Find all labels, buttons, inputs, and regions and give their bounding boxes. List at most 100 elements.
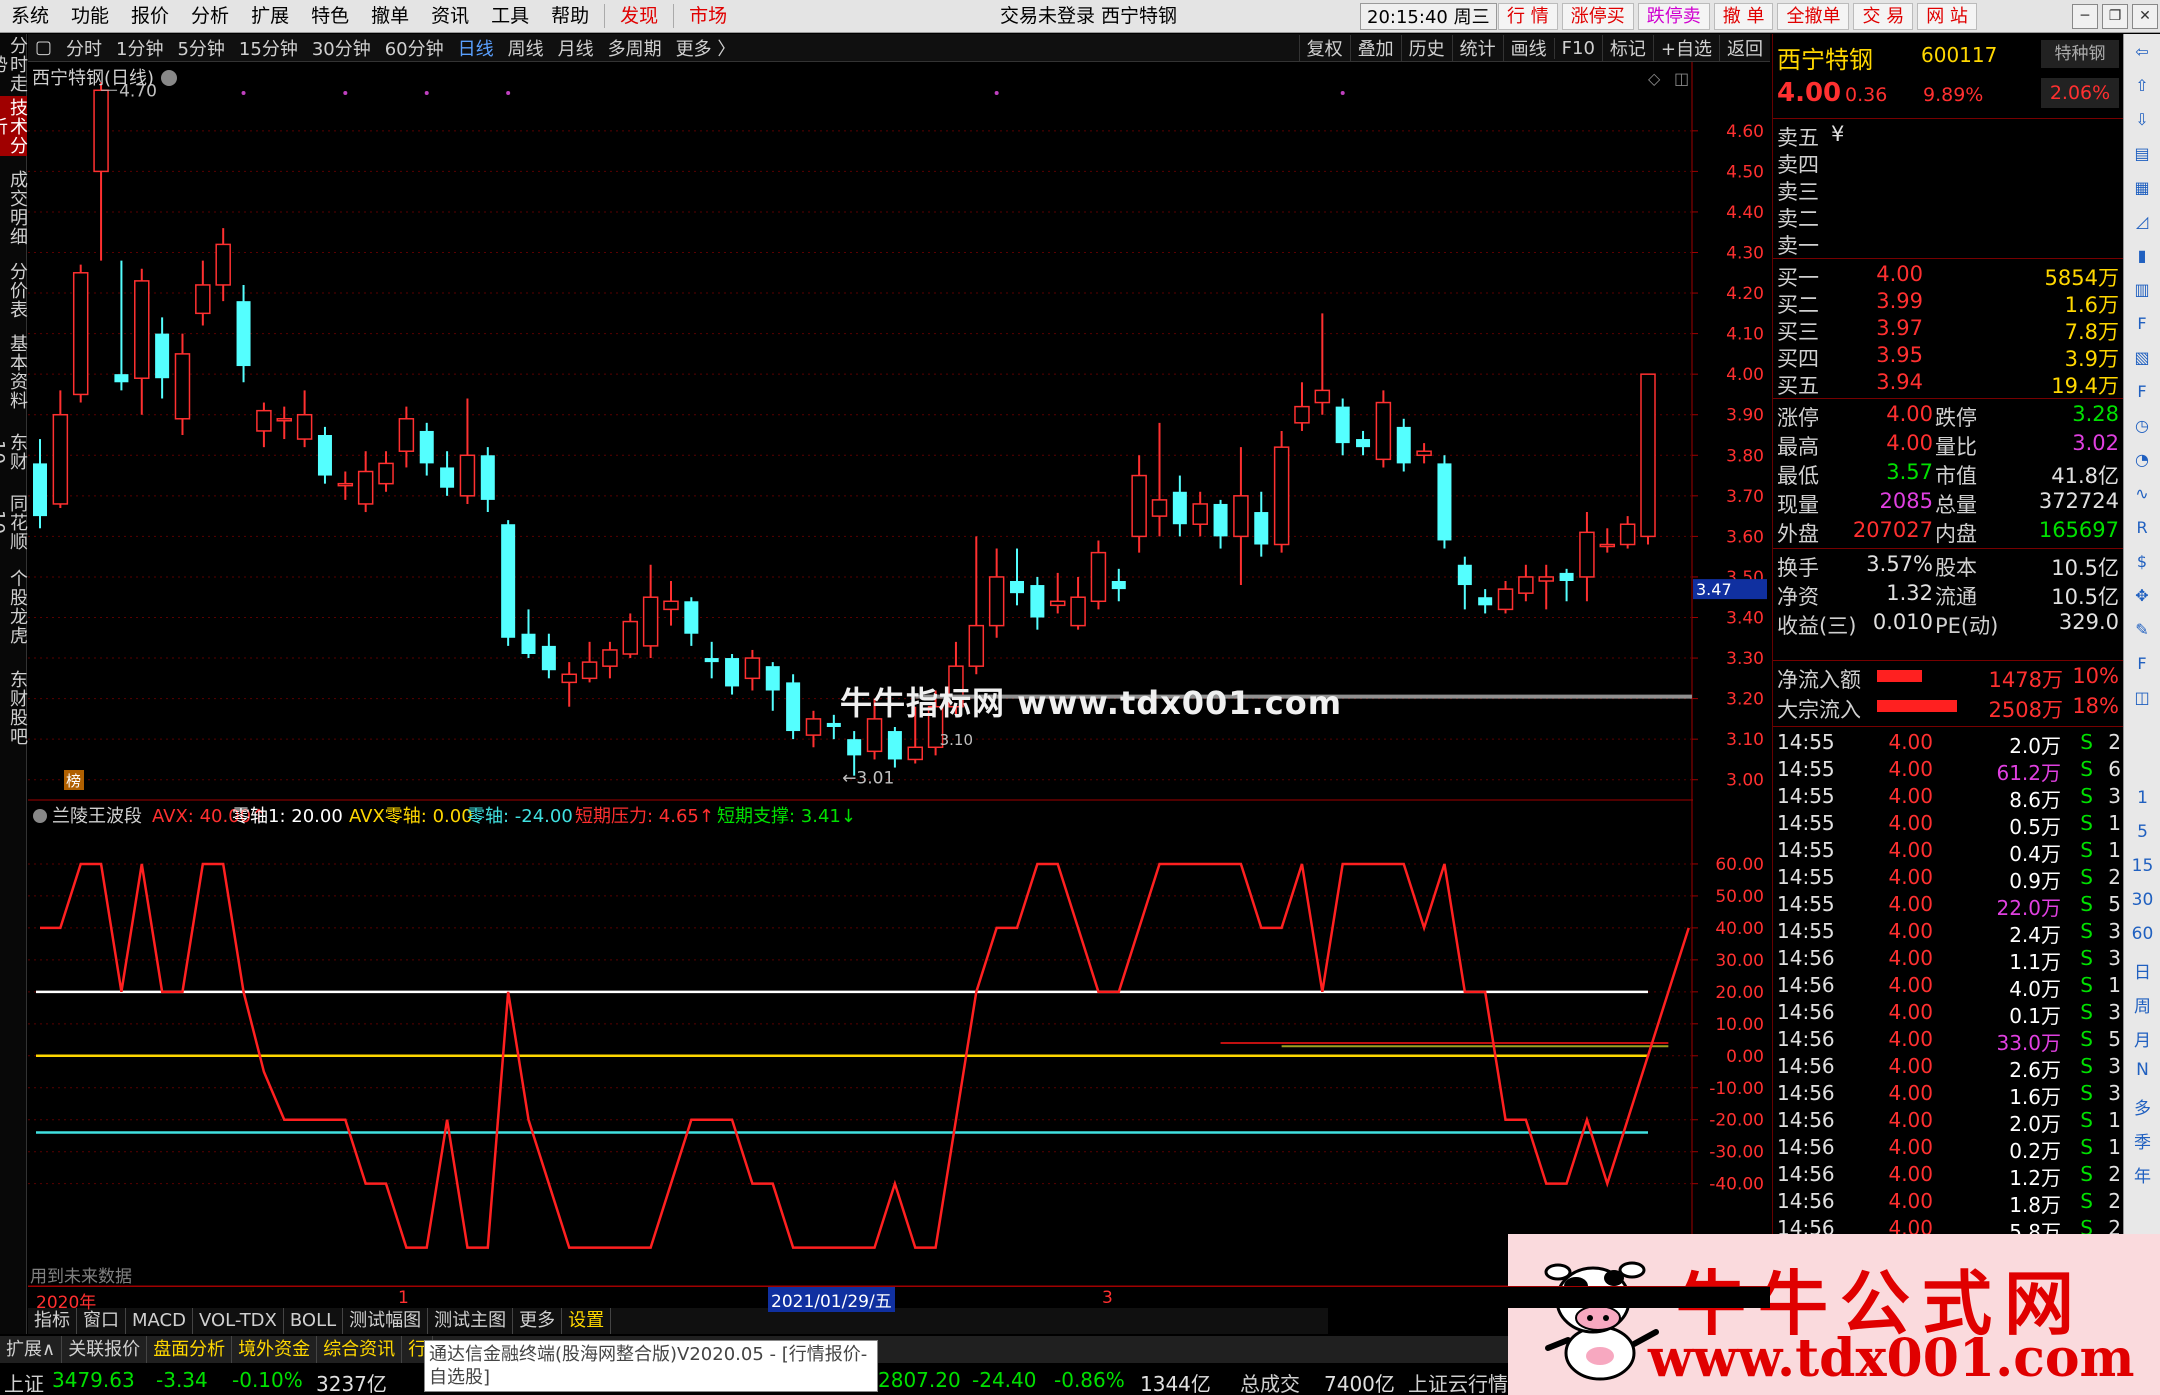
restore-icon[interactable]: ❐: [2102, 4, 2128, 29]
chart-icon[interactable]: ◿: [2130, 210, 2154, 234]
news-icon[interactable]: ▧: [2130, 346, 2154, 370]
menu-1[interactable]: 功能: [60, 0, 120, 33]
toolbar-right-6[interactable]: 标记: [1601, 35, 1653, 61]
f2-icon[interactable]: F: [2130, 380, 2154, 404]
period-quick-1[interactable]: 5: [2124, 822, 2160, 842]
indicator-tab-2[interactable]: MACD: [126, 1308, 193, 1334]
menu-discover[interactable]: 发现: [609, 0, 669, 33]
rsi-icon[interactable]: R: [2130, 516, 2154, 540]
action-button-4[interactable]: 全撤单: [1777, 3, 1850, 30]
menu-9[interactable]: 帮助: [540, 0, 600, 33]
move-icon[interactable]: ✥: [2130, 584, 2154, 608]
indicator-tab-5[interactable]: 测试幅图: [343, 1308, 429, 1334]
action-button-0[interactable]: 行 情: [1498, 3, 1558, 30]
period-quick-3[interactable]: 30: [2124, 890, 2160, 910]
left-tab-6[interactable]: 同花顺10: [0, 486, 28, 558]
toolbar-right-8[interactable]: 返回: [1719, 35, 1770, 61]
left-tab-2[interactable]: 成交明细: [0, 160, 28, 256]
left-tab-0[interactable]: 分时走势: [0, 34, 28, 94]
grid-icon[interactable]: ▦: [2130, 176, 2154, 200]
toolbar-right-4[interactable]: 画线: [1502, 35, 1554, 61]
indicator-tab-4[interactable]: BOLL: [284, 1308, 344, 1334]
left-tab-8[interactable]: 东财股吧: [0, 658, 28, 758]
indicator-tab-7[interactable]: 更多: [513, 1308, 563, 1334]
left-tab-5[interactable]: 东财10: [0, 424, 28, 480]
tab-period-2[interactable]: 5分钟: [170, 35, 231, 61]
tab-period-9[interactable]: 多周期: [601, 35, 669, 61]
list-icon[interactable]: ▤: [2130, 142, 2154, 166]
left-tab-3[interactable]: 分价表: [0, 260, 28, 320]
menu-8[interactable]: 工具: [480, 0, 540, 33]
ext-tab-2[interactable]: 盘面分析: [147, 1336, 233, 1363]
period-quick-11[interactable]: 年: [2124, 1162, 2160, 1187]
period-quick-4[interactable]: 60: [2124, 924, 2160, 944]
tab-period-0[interactable]: 分时: [59, 35, 109, 61]
period-quick-6[interactable]: 周: [2124, 992, 2160, 1017]
arrow-down-icon[interactable]: ⇩: [2130, 108, 2154, 132]
indicator-tab-8[interactable]: 设置: [562, 1308, 612, 1334]
tab-period-4[interactable]: 30分钟: [305, 35, 378, 61]
tab-period-7[interactable]: 周线: [501, 35, 551, 61]
period-quick-5[interactable]: 日: [2124, 958, 2160, 983]
menu-3[interactable]: 分析: [180, 0, 240, 33]
menu-5[interactable]: 特色: [300, 0, 360, 33]
period-quick-9[interactable]: 多: [2124, 1094, 2160, 1119]
ext-tab-4[interactable]: 综合资讯: [317, 1336, 403, 1363]
pen-icon[interactable]: ✎: [2130, 618, 2154, 642]
tab-period-6[interactable]: 日线: [451, 35, 501, 61]
close-icon[interactable]: ✕: [2132, 4, 2158, 29]
candle-icon[interactable]: ▮: [2130, 244, 2154, 268]
action-button-1[interactable]: 涨停买: [1561, 3, 1634, 30]
chart-area[interactable]: 4.60 4.50 4.40 4.30 4.20 4.10 4.00 3.90 3.80 3.70…: [28, 62, 1770, 1287]
fs-icon[interactable]: F: [2130, 652, 2154, 676]
f10-icon[interactable]: F: [2130, 312, 2154, 336]
sector-badge[interactable]: 特种钢: [2041, 40, 2119, 68]
menu-market[interactable]: 市场: [678, 0, 738, 33]
arrow-up2-icon[interactable]: ⇧: [2130, 74, 2154, 98]
tick-icon[interactable]: ◫: [2130, 686, 2154, 710]
period-quick-2[interactable]: 15: [2124, 856, 2160, 876]
menu-2[interactable]: 报价: [120, 0, 180, 33]
period-quick-10[interactable]: 季: [2124, 1128, 2160, 1153]
action-button-5[interactable]: 交 易: [1853, 3, 1914, 30]
left-tab-1[interactable]: 技术分析: [0, 96, 28, 156]
clock-icon[interactable]: ◔: [2130, 448, 2154, 472]
ext-tab-3[interactable]: 境外资金: [232, 1336, 318, 1363]
chart-svg[interactable]: 4.60 4.50 4.40 4.30 4.20 4.10 4.00 3.90 3.80 3.70…: [28, 62, 1770, 1287]
ext-tab-0[interactable]: 扩展∧: [0, 1336, 63, 1363]
tab-period-10[interactable]: 更多 〉: [669, 35, 743, 61]
tab-period-1[interactable]: 1分钟: [109, 35, 170, 61]
minimize-icon[interactable]: ─: [2072, 4, 2098, 29]
table-icon[interactable]: ▥: [2130, 278, 2154, 302]
ext-tab-1[interactable]: 关联报价: [62, 1336, 148, 1363]
menu-4[interactable]: 扩展: [240, 0, 300, 33]
indicator-tab-6[interactable]: 测试主图: [428, 1308, 514, 1334]
promo-banner[interactable]: 牛牛公式网 www.tdx001.com: [1508, 1234, 2160, 1395]
toolbar-right-3[interactable]: 统计: [1451, 35, 1503, 61]
wave-icon[interactable]: ∿: [2130, 482, 2154, 506]
toolbar-right-1[interactable]: 叠加: [1349, 35, 1401, 61]
action-button-3[interactable]: 撤 单: [1713, 3, 1774, 30]
toolbar-right-0[interactable]: 复权: [1298, 35, 1350, 61]
indicator-tab-3[interactable]: VOL-TDX: [193, 1308, 284, 1334]
arrow-up-icon[interactable]: ⇦: [2130, 40, 2154, 64]
menu-0[interactable]: 系统: [0, 0, 60, 33]
time-icon[interactable]: ◷: [2130, 414, 2154, 438]
tab-period-8[interactable]: 月线: [551, 35, 601, 61]
tab-period-5[interactable]: 60分钟: [378, 35, 451, 61]
toolbar-right-2[interactable]: 历史: [1400, 35, 1452, 61]
left-tab-7[interactable]: 个股龙虎: [0, 562, 28, 652]
period-quick-0[interactable]: 1: [2124, 788, 2160, 808]
left-tab-4[interactable]: 基本资料: [0, 324, 28, 420]
action-button-6[interactable]: 网 站: [1917, 3, 1977, 30]
period-quick-8[interactable]: N: [2124, 1060, 2160, 1080]
toolbar-right-7[interactable]: +自选: [1652, 35, 1719, 61]
toolbar-right-5[interactable]: F10: [1553, 37, 1602, 59]
period-quick-7[interactable]: 月: [2124, 1026, 2160, 1051]
action-button-2[interactable]: 跌停卖: [1637, 3, 1710, 30]
money-icon[interactable]: $: [2130, 550, 2154, 574]
menu-7[interactable]: 资讯: [420, 0, 480, 33]
cloud-label[interactable]: 上证云行情: [1408, 1368, 1508, 1395]
menu-6[interactable]: 撤单: [360, 0, 420, 33]
tab-period-3[interactable]: 15分钟: [232, 35, 305, 61]
